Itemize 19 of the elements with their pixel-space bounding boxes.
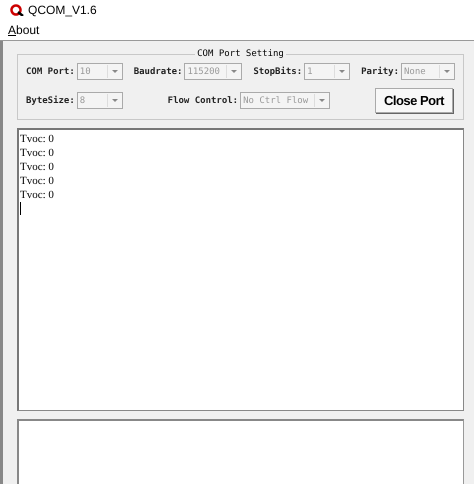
output-line: Tvoc: 0 [20, 174, 55, 188]
output-textarea[interactable]: Tvoc: 0 Tvoc: 0 Tvoc: 0 Tvoc: 0 Tvoc: 0 [17, 128, 464, 411]
output-line: Tvoc: 0 [20, 188, 55, 202]
field-label: StopBits: [253, 66, 302, 76]
menu-item[interactable]: About [8, 23, 40, 37]
field-label: ByteSize: [26, 96, 75, 106]
field-label: Baudrate: [134, 66, 182, 76]
group-title: COM Port Setting [196, 49, 285, 59]
output-line: Tvoc: 0 [20, 132, 55, 146]
window-title: QCOM_V1.6 [28, 3, 97, 17]
output-line: Tvoc: 0 [20, 146, 55, 160]
field-label: Flow Control: [168, 96, 238, 106]
close-port-button[interactable]: Close Port [374, 88, 453, 113]
output-line: Tvoc: 0 [20, 160, 55, 174]
field-label: Parity: [361, 66, 399, 76]
app-logo-icon [10, 4, 24, 16]
input-textarea[interactable] [17, 419, 464, 484]
text-cursor [20, 202, 21, 215]
field-label: COM Port: [26, 66, 75, 76]
